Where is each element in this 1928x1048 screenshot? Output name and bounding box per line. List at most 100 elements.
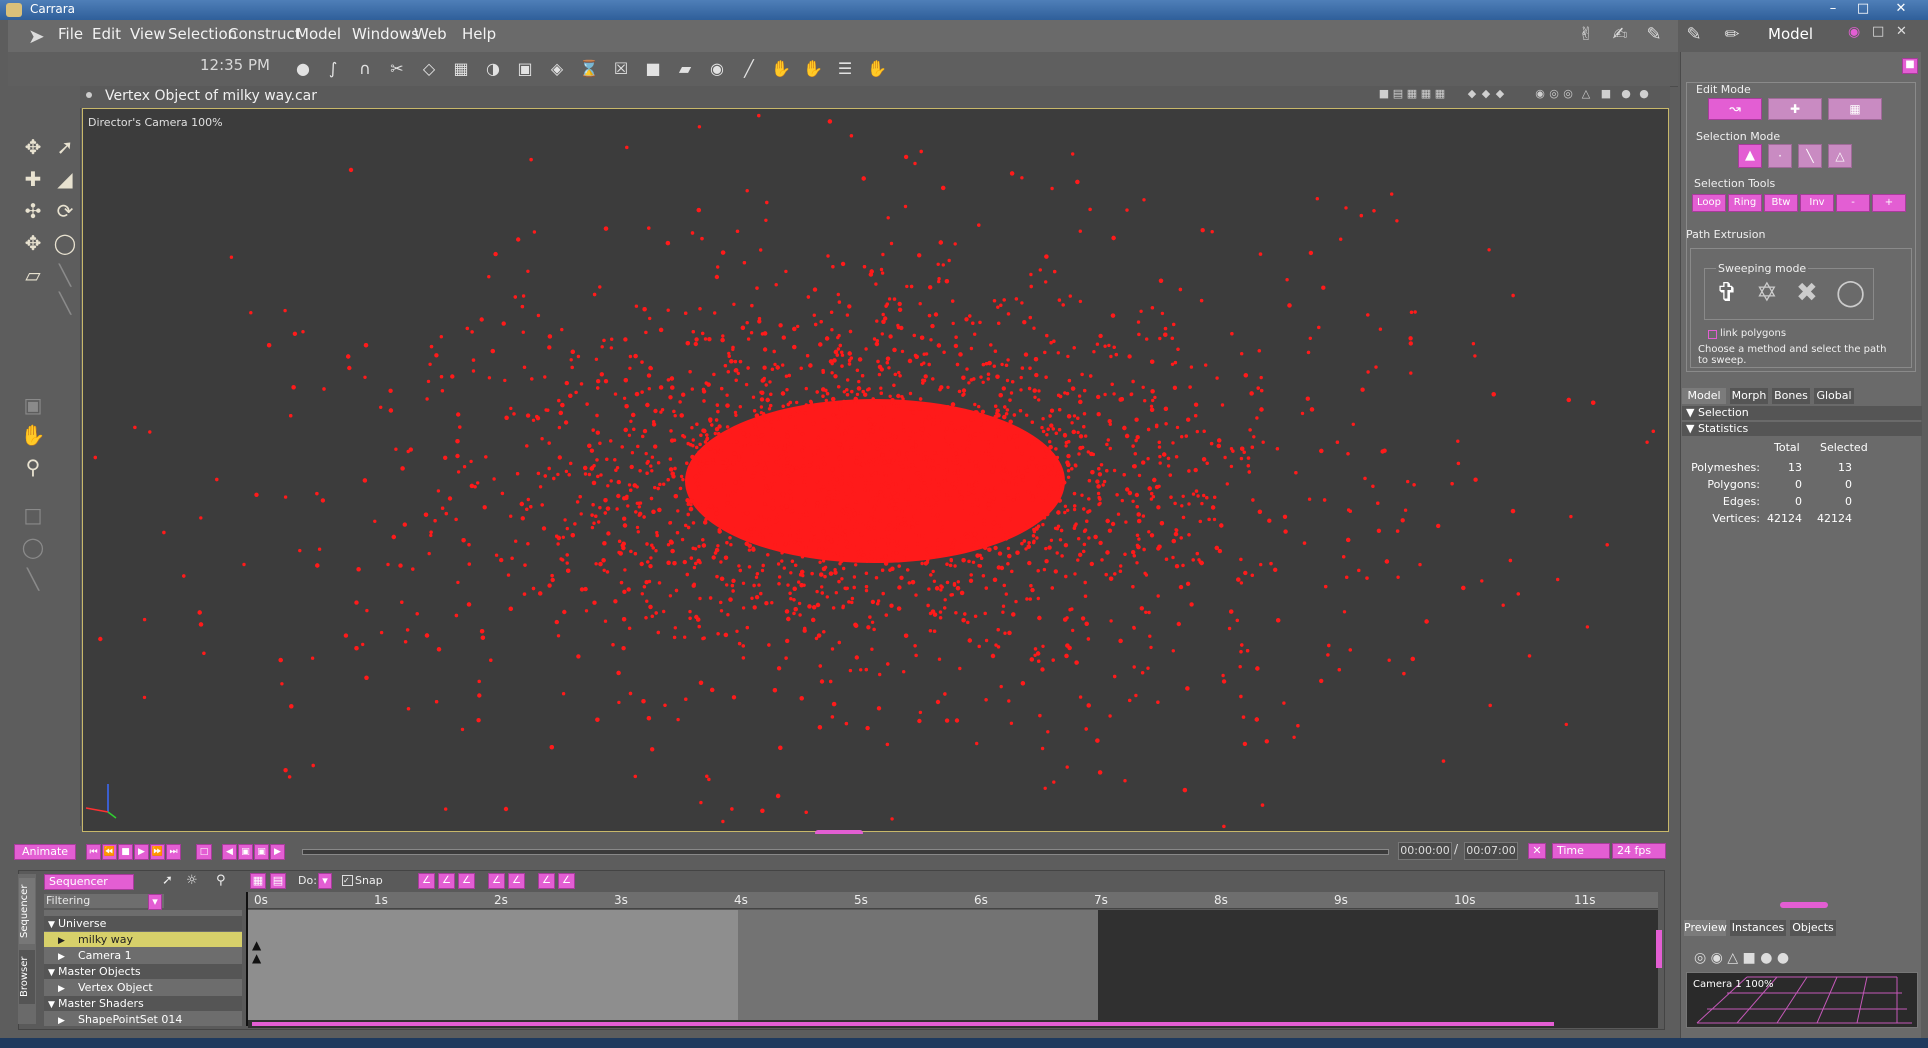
scrollbar-track[interactable]	[252, 1022, 1554, 1026]
pointer-icon[interactable]: ✋	[866, 58, 888, 80]
marquee-icon[interactable]: □	[20, 502, 46, 528]
tween-in-icon[interactable]: ∠	[488, 873, 505, 889]
eye-icon[interactable]: ◉	[1848, 24, 1860, 40]
minimize-button[interactable]: –	[1820, 1, 1846, 17]
nav-3-icon[interactable]: ◎	[1562, 88, 1574, 100]
layout-4-icon[interactable]: ▦	[1420, 88, 1432, 100]
storyboard-room-icon[interactable]: ✎	[1644, 25, 1664, 45]
time-mode-select[interactable]: Time	[1552, 843, 1610, 859]
restore-icon[interactable]: □	[1872, 24, 1884, 39]
tween-hold-icon[interactable]: ∠	[538, 873, 555, 889]
menu-item-selection[interactable]: Selection	[168, 25, 237, 43]
shade-icon[interactable]: ■	[1600, 88, 1612, 100]
sphere-icon[interactable]: ●	[292, 58, 314, 80]
time-scrubber[interactable]	[302, 849, 1389, 855]
cube-icon[interactable]: ■	[642, 58, 664, 80]
viewport-menu-icon[interactable]	[86, 92, 92, 98]
maximize-button[interactable]: □	[1850, 1, 1876, 17]
pan-hand-icon[interactable]: ✋	[20, 422, 46, 448]
camera-icon[interactable]: ▣	[20, 392, 46, 418]
edit-mode-vertex-button[interactable]: ↝	[1708, 98, 1762, 120]
scale-icon[interactable]: ◢	[52, 166, 78, 192]
animate-button[interactable]: Animate	[14, 844, 76, 860]
tree-expander-icon[interactable]: ▶	[44, 982, 72, 997]
tree-expander-icon[interactable]: ▶	[44, 934, 72, 949]
filtering-dropdown[interactable]: ▾	[148, 894, 162, 910]
pen-icon[interactable]: ╲	[52, 290, 78, 316]
edge-mode-icon[interactable]: ╲	[1798, 144, 1822, 168]
layout-1-icon[interactable]: ■	[1378, 88, 1390, 100]
menu-item-model[interactable]: Model	[296, 25, 341, 43]
bottom-tab-objects[interactable]: Objects	[1790, 920, 1836, 936]
selection-tool-4[interactable]: -	[1836, 194, 1870, 212]
sequencer-mode-select[interactable]: Sequencer	[44, 874, 134, 890]
menu-item-construct[interactable]: Construct	[228, 25, 301, 43]
hand-icon[interactable]: ✋	[802, 58, 824, 80]
tab-global[interactable]: Global	[1814, 388, 1854, 404]
render-room-icon[interactable]: ✏	[1722, 25, 1742, 45]
bottom-tab-preview[interactable]: Preview	[1684, 920, 1727, 936]
spin-icon[interactable]: ⟳	[52, 198, 78, 224]
next-key-icon[interactable]: ▶	[270, 844, 285, 860]
eyedropper-icon[interactable]: ╲	[52, 262, 78, 288]
edit-mode-sculpt-button[interactable]: ▦	[1828, 98, 1882, 120]
spline-icon[interactable]: ∫	[322, 58, 344, 80]
stop-icon[interactable]: ■	[118, 844, 133, 860]
paint-icon[interactable]: ╲	[20, 566, 46, 592]
vase-icon[interactable]: ⌛	[578, 58, 600, 80]
sweep-mode-2-icon[interactable]: ✡	[1756, 278, 1778, 308]
wire-icon[interactable]: △	[1580, 88, 1592, 100]
menu-item-web[interactable]: Web	[414, 25, 447, 43]
tree-expander-icon[interactable]: ▶	[44, 950, 72, 965]
bottom-tab-instances[interactable]: Instances	[1730, 920, 1786, 936]
close-doc-icon[interactable]: ✕	[1896, 24, 1907, 39]
keyframe-marker-1[interactable]: ▲	[252, 938, 261, 952]
delete-key-icon[interactable]: ▣	[254, 844, 269, 860]
end-time-field[interactable]: 00:07:00	[1464, 842, 1518, 860]
vertical-scroll-thumb[interactable]	[1656, 930, 1662, 968]
sweep-mode-1-icon[interactable]: ✞	[1716, 278, 1738, 308]
menu-item-edit[interactable]: Edit	[92, 25, 121, 43]
track-view-icon[interactable]: ▤	[270, 873, 286, 889]
tree-expander-icon[interactable]: ▼	[44, 998, 55, 1013]
layout-3-icon[interactable]: ▦	[1406, 88, 1418, 100]
tab-bones[interactable]: Bones	[1772, 388, 1810, 404]
tree-row[interactable]: ▶ milky way	[44, 932, 242, 947]
selection-tool-5[interactable]: +	[1872, 194, 1906, 212]
selection-tool-3[interactable]: Inv	[1800, 194, 1834, 212]
extrude-icon[interactable]: ◈	[546, 58, 568, 80]
tab-model[interactable]: Model	[1682, 388, 1726, 404]
grid-icon[interactable]: ☰	[834, 58, 856, 80]
shield-2-icon[interactable]: ◆	[1480, 88, 1492, 100]
current-time-field[interactable]: 00:00:00	[1398, 842, 1452, 860]
sweep-mode-4-icon[interactable]: ◯	[1836, 278, 1865, 308]
tween-out-icon[interactable]: ∠	[508, 873, 525, 889]
play-icon[interactable]: ▶	[134, 844, 149, 860]
shader-icon[interactable]: ▱	[20, 262, 46, 288]
close-button[interactable]: ✕	[1888, 1, 1914, 17]
layout-5-icon[interactable]: ▦	[1434, 88, 1446, 100]
trackball-icon[interactable]: ✥	[20, 230, 46, 256]
fps-select[interactable]: 24 fps	[1612, 843, 1666, 859]
shield-1-icon[interactable]: ◆	[1466, 88, 1478, 100]
tween-ease-icon[interactable]: ∠	[438, 873, 455, 889]
tree-expander-icon[interactable]: ▼	[44, 918, 55, 933]
prev-key-icon[interactable]: ◀	[222, 844, 237, 860]
bevel-icon[interactable]: ▦	[450, 58, 472, 80]
lathe-icon[interactable]: ▣	[514, 58, 536, 80]
sphere-dark-icon[interactable]: ●	[1638, 88, 1650, 100]
menu-item-help[interactable]: Help	[462, 25, 496, 43]
rotate-icon[interactable]: ✣	[20, 198, 46, 224]
move-icon[interactable]: ✥	[20, 134, 46, 160]
statistics-section[interactable]: ▼ Statistics	[1682, 422, 1922, 436]
tree-row[interactable]: ▶ Camera 1	[44, 948, 242, 963]
tree-row[interactable]: ▶ Vertex Object	[44, 980, 242, 995]
menu-item-view[interactable]: View	[130, 25, 166, 43]
lasso-icon[interactable]: ◯	[20, 534, 46, 560]
tree-row[interactable]: ▼ Master Objects	[44, 964, 242, 979]
orbit-icon[interactable]: ◯	[52, 230, 78, 256]
panel-pin-icon[interactable]: ■	[1902, 58, 1918, 74]
sphere-render-icon[interactable]: ●	[1620, 88, 1632, 100]
nav-1-icon[interactable]: ◉	[1534, 88, 1546, 100]
tree-row[interactable]: ▶ ShapePointSet 014	[44, 1012, 242, 1027]
